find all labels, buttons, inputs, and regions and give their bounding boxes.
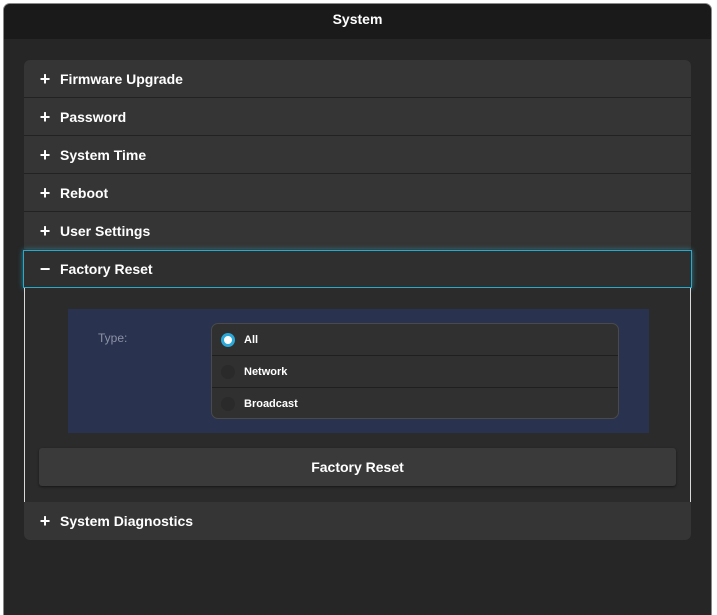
settings-accordion: + Firmware Upgrade + Password + System T… — [23, 60, 692, 540]
reset-type-radio-group: All Network Broadcast — [211, 323, 619, 419]
radio-label: All — [244, 333, 259, 346]
section-reboot[interactable]: + Reboot — [24, 174, 691, 212]
section-password[interactable]: + Password — [24, 98, 691, 136]
plus-icon: + — [39, 182, 51, 203]
section-label: Password — [60, 108, 127, 125]
plus-icon: + — [39, 106, 51, 127]
section-system-time[interactable]: + System Time — [24, 136, 691, 174]
section-label: System Diagnostics — [60, 513, 194, 529]
minus-icon: − — [39, 259, 51, 279]
plus-icon: + — [39, 68, 51, 89]
section-label: Reboot — [60, 184, 109, 201]
plus-icon: + — [39, 144, 51, 165]
section-label: Factory Reset — [60, 261, 153, 277]
plus-icon: + — [39, 220, 51, 241]
plus-icon: + — [39, 511, 51, 531]
radio-label: Broadcast — [244, 398, 298, 410]
section-user-settings[interactable]: + User Settings — [24, 212, 691, 250]
system-window: System + Firmware Upgrade + Password + S… — [3, 3, 712, 615]
radio-unchecked-icon[interactable] — [221, 397, 235, 411]
radio-checked-icon[interactable] — [221, 332, 235, 347]
section-firmware-upgrade[interactable]: + Firmware Upgrade — [24, 60, 691, 98]
window-titlebar: System — [4, 4, 711, 39]
radio-option-network[interactable]: Network — [212, 356, 618, 388]
section-label: User Settings — [60, 222, 151, 239]
radio-option-broadcast[interactable]: Broadcast — [212, 388, 618, 418]
radio-unchecked-icon[interactable] — [221, 364, 235, 379]
section-system-diagnostics[interactable]: + System Diagnostics — [24, 502, 691, 540]
factory-reset-panel: Type: All Network Broadcast Factory Rese… — [24, 288, 691, 502]
type-label: Type: — [98, 331, 128, 345]
window-title: System — [332, 11, 383, 27]
section-label: System Time — [60, 146, 147, 163]
section-label: Firmware Upgrade — [60, 70, 183, 87]
reset-type-box: Type: All Network Broadcast — [68, 309, 649, 433]
section-factory-reset[interactable]: − Factory Reset — [23, 250, 692, 288]
radio-label: Network — [244, 365, 288, 378]
factory-reset-button[interactable]: Factory Reset — [39, 448, 676, 486]
radio-option-all[interactable]: All — [212, 324, 618, 356]
